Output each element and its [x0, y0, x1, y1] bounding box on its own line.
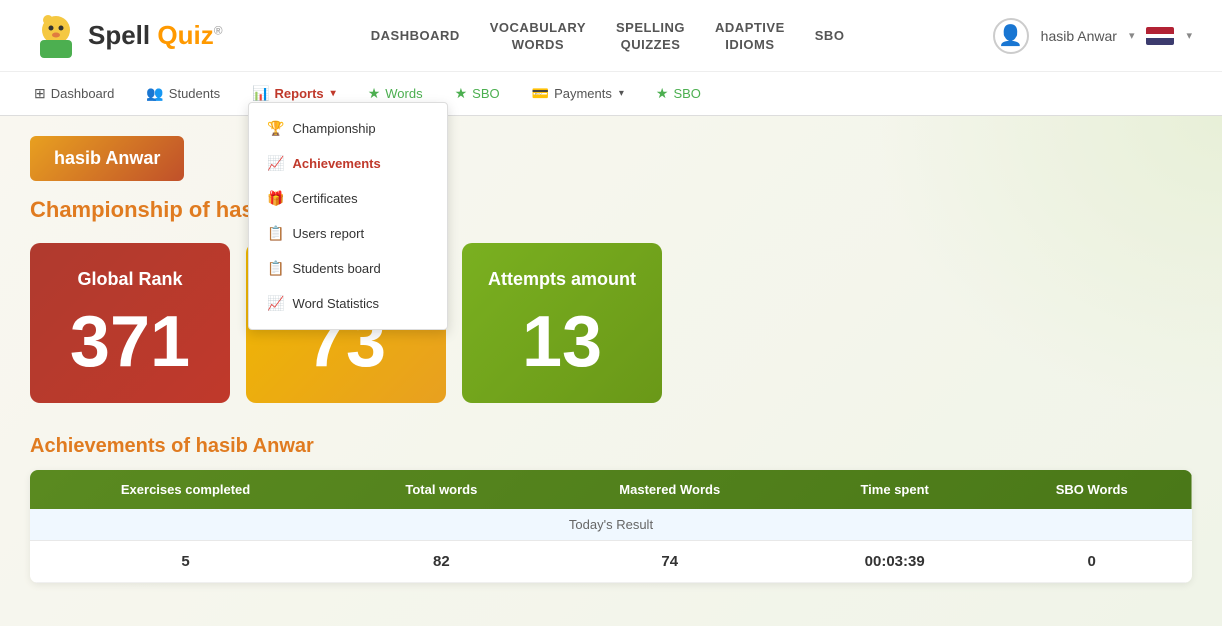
sidebar-item-reports[interactable]: 📊 Reports ▾	[248, 85, 340, 102]
table-row: 5 82 74 00:03:39 0	[30, 541, 1192, 583]
global-rank-title: Global Rank	[77, 269, 182, 290]
dropdown-achievements-label: Achievements	[293, 156, 381, 171]
students-board-icon: 📋	[267, 260, 284, 277]
top-navigation: Spell Quiz® DASHBOARD VOCABULARY WORDS S…	[0, 0, 1222, 72]
today-label: Today's Result	[30, 509, 1192, 541]
user-area: 👤 hasib Anwar ▾ ▾	[993, 18, 1192, 54]
user-badge: hasib Anwar	[30, 136, 184, 181]
user-chevron[interactable]: ▾	[1129, 29, 1135, 42]
dropdown-users-report-label: Users report	[293, 226, 365, 241]
sec-nav-sbo1-label: SBO	[472, 86, 499, 101]
main-navigation: DASHBOARD VOCABULARY WORDS SPELLING QUIZ…	[371, 20, 845, 52]
today-result-row: Today's Result	[30, 509, 1192, 541]
sbo-words-value: 0	[991, 541, 1192, 583]
sbo1-star-icon: ★	[455, 85, 468, 102]
achievements-title: Achievements of hasib Anwar	[30, 435, 1192, 458]
logo[interactable]: Spell Quiz®	[30, 10, 223, 62]
dropdown-students-board[interactable]: 📋 Students board	[249, 251, 447, 286]
dropdown-students-board-label: Students board	[293, 261, 381, 276]
achievements-icon: 📈	[267, 155, 284, 172]
certificates-icon: 🎁	[267, 190, 284, 207]
attempts-amount-title: Attempts amount	[488, 269, 636, 290]
dropdown-users-report[interactable]: 📋 Users report	[249, 216, 447, 251]
global-rank-value: 371	[70, 306, 190, 378]
exercises-completed-value: 5	[30, 541, 341, 583]
sec-nav-dashboard-label: Dashboard	[51, 86, 115, 101]
reports-chevron: ▾	[331, 88, 336, 99]
total-words-value: 82	[341, 541, 542, 583]
word-stats-icon: 📈	[267, 295, 284, 312]
col-time-spent: Time spent	[798, 470, 992, 509]
avatar: 👤	[993, 18, 1029, 54]
sec-nav-reports-label: Reports	[275, 86, 324, 101]
logo-text: Spell Quiz®	[88, 20, 223, 51]
dropdown-word-statistics[interactable]: 📈 Word Statistics	[249, 286, 447, 321]
sidebar-item-students[interactable]: 👥 Students	[142, 85, 224, 102]
nav-spelling[interactable]: SPELLING	[616, 20, 685, 35]
attempts-amount-value: 13	[522, 306, 602, 378]
nav-adaptive[interactable]: ADAPTIVE	[715, 20, 785, 35]
words-star-icon: ★	[368, 85, 381, 102]
stats-row: Global Rank 371 Mastered Words 73 Attemp…	[30, 243, 1192, 403]
sidebar-item-dashboard[interactable]: ⊞ Dashboard	[30, 85, 118, 102]
col-total-words: Total words	[341, 470, 542, 509]
mastered-words-row-value: 74	[542, 541, 798, 583]
achievements-table: Exercises completed Total words Mastered…	[30, 470, 1192, 583]
sidebar-item-sbo2[interactable]: ★ SBO	[652, 85, 705, 102]
sbo2-star-icon: ★	[656, 85, 669, 102]
sidebar-item-sbo1[interactable]: ★ SBO	[451, 85, 504, 102]
dropdown-word-statistics-label: Word Statistics	[293, 296, 379, 311]
dashboard-icon: ⊞	[34, 85, 46, 102]
championship-title: Championship of hasib Anwar	[30, 197, 1192, 223]
dropdown-championship[interactable]: 🏆 Championship	[249, 111, 447, 146]
payments-chevron: ▾	[619, 88, 624, 99]
sidebar-item-payments[interactable]: 💳 Payments ▾	[528, 85, 628, 102]
secondary-navigation: ⊞ Dashboard 👥 Students 📊 Reports ▾ 🏆 Cha…	[0, 72, 1222, 116]
global-rank-card: Global Rank 371	[30, 243, 230, 403]
main-content: hasib Anwar Championship of hasib Anwar …	[0, 116, 1222, 626]
reports-dropdown-menu: 🏆 Championship 📈 Achievements 🎁 Certific…	[248, 102, 448, 330]
nav-vocabulary[interactable]: VOCABULARY	[490, 20, 586, 35]
students-icon: 👥	[146, 85, 163, 102]
championship-icon: 🏆	[267, 120, 284, 137]
sec-nav-sbo2-label: SBO	[673, 86, 700, 101]
dropdown-championship-label: Championship	[293, 121, 376, 136]
payments-icon: 💳	[532, 85, 549, 102]
nav-sbo[interactable]: SBO	[815, 28, 845, 43]
attempts-amount-card: Attempts amount 13	[462, 243, 662, 403]
dropdown-certificates[interactable]: 🎁 Certificates	[249, 181, 447, 216]
table-header-row: Exercises completed Total words Mastered…	[30, 470, 1192, 509]
sidebar-item-words[interactable]: ★ Words	[364, 85, 427, 102]
nav-dashboard[interactable]: DASHBOARD	[371, 28, 460, 43]
col-mastered-words: Mastered Words	[542, 470, 798, 509]
language-flag[interactable]	[1146, 27, 1174, 45]
nav-idioms[interactable]: IDIOMS	[725, 37, 774, 52]
user-name[interactable]: hasib Anwar	[1041, 28, 1117, 44]
sec-nav-payments-label: Payments	[554, 86, 612, 101]
col-exercises: Exercises completed	[30, 470, 341, 509]
nav-quizzes[interactable]: QUIZZES	[621, 37, 681, 52]
col-sbo-words: SBO Words	[991, 470, 1192, 509]
mascot-icon	[30, 10, 82, 62]
time-spent-value: 00:03:39	[798, 541, 992, 583]
sec-nav-words-label: Words	[385, 86, 422, 101]
nav-words[interactable]: WORDS	[512, 37, 564, 52]
reports-icon: 📊	[252, 85, 269, 102]
flag-chevron[interactable]: ▾	[1186, 29, 1192, 42]
users-report-icon: 📋	[267, 225, 284, 242]
reports-dropdown-container: 📊 Reports ▾ 🏆 Championship 📈 Achievement…	[248, 85, 340, 102]
dropdown-achievements[interactable]: 📈 Achievements	[249, 146, 447, 181]
dropdown-certificates-label: Certificates	[293, 191, 358, 206]
sec-nav-students-label: Students	[169, 86, 220, 101]
